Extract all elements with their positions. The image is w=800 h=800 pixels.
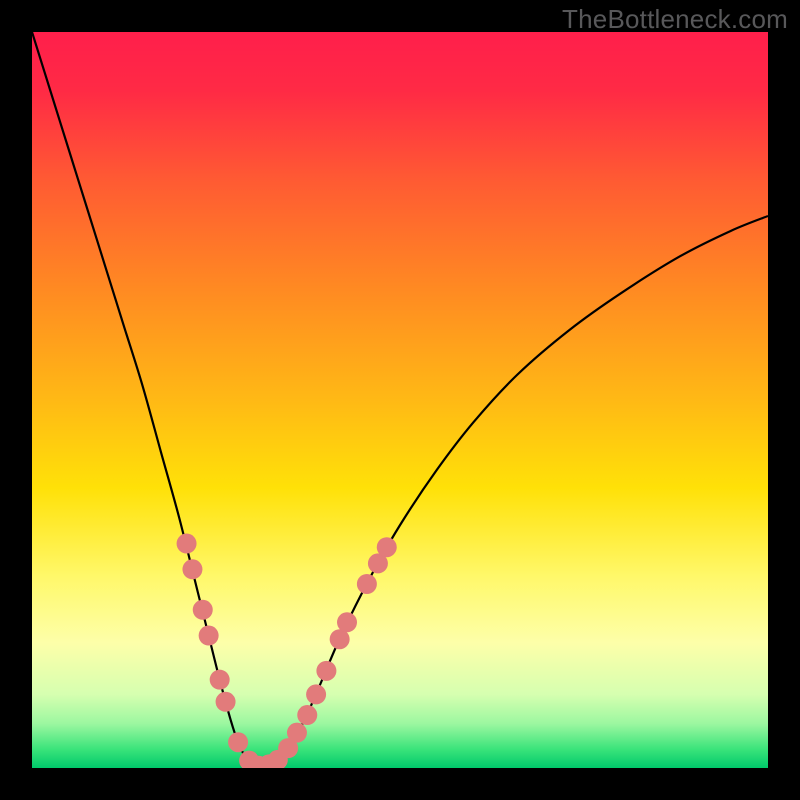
watermark-text: TheBottleneck.com: [562, 4, 788, 35]
marker-dot: [182, 559, 202, 579]
marker-dot: [216, 692, 236, 712]
marker-dot: [210, 670, 230, 690]
chart-background: [32, 32, 768, 768]
marker-dot: [287, 723, 307, 743]
marker-dot: [228, 732, 248, 752]
marker-dot: [193, 600, 213, 620]
marker-dot: [177, 534, 197, 554]
marker-dot: [377, 537, 397, 557]
marker-dot: [316, 661, 336, 681]
marker-dot: [199, 626, 219, 646]
marker-dot: [337, 612, 357, 632]
marker-dot: [297, 705, 317, 725]
marker-dot: [357, 574, 377, 594]
marker-dot: [306, 684, 326, 704]
bottleneck-chart: [32, 32, 768, 768]
chart-frame: TheBottleneck.com: [0, 0, 800, 800]
